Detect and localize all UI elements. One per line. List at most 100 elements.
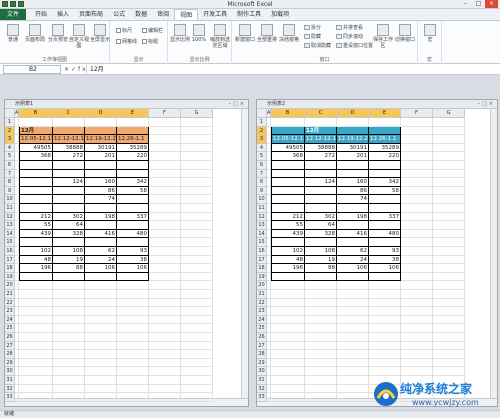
cell[interactable]	[305, 367, 337, 376]
cell[interactable]	[369, 221, 401, 230]
cell[interactable]: 337	[117, 212, 149, 222]
cell[interactable]	[181, 195, 213, 204]
cell[interactable]	[19, 204, 53, 213]
cell[interactable]	[401, 152, 433, 161]
cell[interactable]	[53, 315, 85, 325]
row-header-5[interactable]: 5	[257, 152, 267, 161]
custom-views-button[interactable]: 自定义视图	[68, 24, 90, 49]
cell[interactable]	[53, 204, 85, 213]
cell[interactable]: 102	[19, 247, 53, 256]
cell[interactable]	[401, 358, 433, 368]
row-header-28[interactable]: 28	[5, 350, 15, 359]
tab-6[interactable]: 审阅	[152, 9, 174, 20]
cell[interactable]	[337, 290, 369, 299]
cell[interactable]	[181, 126, 213, 136]
cell[interactable]: 49505	[271, 143, 305, 153]
cell[interactable]	[305, 290, 337, 299]
tab-5[interactable]: 数据	[130, 9, 152, 20]
row-header-14[interactable]: 14	[5, 229, 15, 239]
cell[interactable]	[85, 281, 117, 290]
cell[interactable]: 86	[85, 186, 117, 196]
cell[interactable]	[433, 247, 465, 256]
cell[interactable]: 88	[305, 264, 337, 273]
tab-8[interactable]: 开发工具	[198, 9, 232, 20]
cell[interactable]	[433, 135, 465, 144]
cell[interactable]	[305, 333, 337, 342]
cell[interactable]	[337, 358, 369, 368]
cell[interactable]	[117, 161, 149, 170]
cell[interactable]	[181, 143, 213, 153]
cell[interactable]	[85, 350, 117, 359]
cell[interactable]	[271, 126, 305, 136]
cell[interactable]: 220	[369, 152, 401, 161]
cell[interactable]: 106	[117, 264, 149, 273]
new-window-button[interactable]: 新建窗口	[234, 24, 256, 43]
cell[interactable]	[305, 238, 337, 247]
cell[interactable]	[401, 229, 433, 239]
row-header-32[interactable]: 32	[257, 384, 267, 394]
column-header-F[interactable]: F	[149, 109, 181, 118]
cell[interactable]: 201	[85, 152, 117, 161]
row-header-6[interactable]: 6	[257, 161, 267, 170]
select-all-corner[interactable]	[257, 109, 267, 118]
cell[interactable]: 439	[271, 229, 305, 239]
row-header-17[interactable]: 17	[5, 255, 15, 265]
cell[interactable]: 102	[271, 247, 305, 256]
cell[interactable]	[181, 255, 213, 265]
cell[interactable]: 48	[19, 255, 53, 265]
row-header-2[interactable]: 2	[5, 126, 15, 136]
cell[interactable]	[181, 118, 213, 127]
cell[interactable]	[305, 307, 337, 316]
cell[interactable]	[181, 169, 213, 179]
cell[interactable]	[369, 195, 401, 204]
cell[interactable]	[401, 161, 433, 170]
row-header-4[interactable]: 4	[257, 143, 267, 153]
cell[interactable]	[401, 178, 433, 187]
cell[interactable]	[369, 315, 401, 325]
cell[interactable]	[117, 272, 149, 282]
row-header-8[interactable]: 8	[257, 178, 267, 187]
cell[interactable]	[19, 324, 53, 333]
headings-checkbox[interactable]: 标题	[142, 38, 158, 45]
cell[interactable]	[369, 204, 401, 213]
cell[interactable]: 302	[53, 212, 85, 222]
row-header-14[interactable]: 14	[257, 229, 267, 239]
cell[interactable]: 38	[369, 255, 401, 265]
vertical-scrollbar[interactable]	[490, 109, 497, 398]
window-title-bar[interactable]: 示例表1 –□×	[5, 100, 248, 109]
date-header-cell[interactable]: 12.19-12.25	[85, 135, 117, 144]
cell[interactable]	[369, 272, 401, 282]
cell[interactable]	[19, 290, 53, 299]
cell[interactable]	[53, 298, 85, 308]
cell[interactable]	[53, 376, 85, 385]
sheet-title-cell[interactable]: 12月	[305, 126, 337, 136]
row-header-21[interactable]: 21	[257, 290, 267, 299]
cell[interactable]	[401, 341, 433, 351]
cell[interactable]	[19, 315, 53, 325]
cell[interactable]	[85, 384, 117, 394]
row-header-26[interactable]: 26	[257, 333, 267, 342]
cell[interactable]	[85, 376, 117, 385]
cell[interactable]	[401, 264, 433, 273]
cell[interactable]	[305, 384, 337, 394]
tab-3[interactable]: 页面布局	[74, 9, 108, 20]
cell[interactable]	[181, 272, 213, 282]
row-header-9[interactable]: 9	[257, 186, 267, 196]
tab-4[interactable]: 公式	[108, 9, 130, 20]
cell[interactable]: 74	[85, 195, 117, 204]
cell[interactable]	[433, 350, 465, 359]
cell[interactable]	[369, 350, 401, 359]
cell[interactable]	[19, 272, 53, 282]
cell[interactable]	[271, 333, 305, 342]
cell[interactable]	[85, 221, 117, 230]
row-header-27[interactable]: 27	[5, 341, 15, 351]
cell[interactable]	[181, 221, 213, 230]
tab-2[interactable]: 插入	[52, 9, 74, 20]
cell[interactable]	[53, 169, 85, 179]
cell[interactable]: 124	[305, 178, 337, 187]
cell[interactable]	[401, 135, 433, 144]
row-header-11[interactable]: 11	[257, 204, 267, 213]
cell[interactable]: 108	[305, 247, 337, 256]
cell[interactable]	[181, 341, 213, 351]
cell[interactable]	[337, 324, 369, 333]
